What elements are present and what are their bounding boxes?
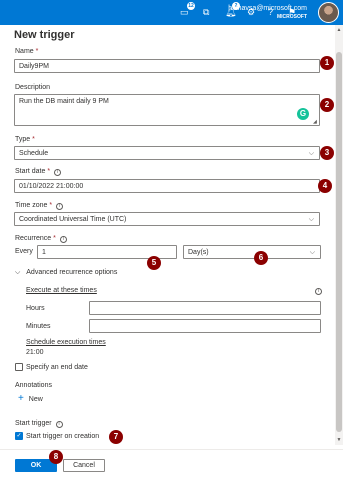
chevron-down-icon: ⌵ xyxy=(15,269,21,276)
chevron-down-icon: ⌵ xyxy=(308,150,314,157)
footer-divider xyxy=(0,449,343,450)
schedule-execution-value: 21:00 xyxy=(26,349,44,356)
start-trigger-label: Start trigger i xyxy=(15,420,63,428)
recurrence-label: Recurrence * i xyxy=(15,235,67,243)
hours-input[interactable] xyxy=(89,301,321,315)
user-email[interactable]: hibhavsa@microsoft.com xyxy=(228,5,307,12)
advanced-recurrence-toggle[interactable]: ⌵ Advanced recurrence options xyxy=(15,269,117,277)
description-label: Description xyxy=(15,84,51,91)
info-icon[interactable]: i xyxy=(315,288,322,295)
callout-marker-6: 6 xyxy=(254,251,268,265)
start-on-creation-checkbox[interactable]: ✓ xyxy=(15,432,23,440)
name-label: Name * xyxy=(15,48,39,55)
cancel-button[interactable]: Cancel xyxy=(63,459,105,472)
minutes-input[interactable] xyxy=(89,319,321,333)
time-zone-dropdown[interactable]: Coordinated Universal Time (UTC) ⌵ xyxy=(14,212,320,226)
description-textarea[interactable]: Run the DB maint daily 9 PM xyxy=(14,94,320,126)
callout-marker-5: 5 xyxy=(147,256,161,270)
type-dropdown[interactable]: Schedule ⌵ xyxy=(14,146,320,160)
end-date-label: Specify an end date xyxy=(26,364,88,371)
info-icon[interactable]: i xyxy=(59,236,67,243)
callout-marker-7: 7 xyxy=(109,430,123,444)
callout-marker-1: 1 xyxy=(320,56,334,70)
page-title: New trigger xyxy=(14,29,75,41)
hours-label: Hours xyxy=(26,305,45,312)
recurrence-unit-dropdown[interactable]: Day(s) ⌵ xyxy=(183,245,321,259)
info-icon[interactable]: i xyxy=(56,203,64,210)
directory-icon[interactable]: ⧉ xyxy=(203,7,209,18)
start-date-label: Start date * i xyxy=(15,168,62,176)
notification-badge: 12 xyxy=(187,2,195,10)
chevron-down-icon: ⌵ xyxy=(308,216,314,223)
type-dropdown-value: Schedule xyxy=(19,150,49,157)
user-tenant: MICROSOFT xyxy=(277,14,307,20)
avatar[interactable] xyxy=(318,2,339,23)
callout-marker-3: 3 xyxy=(320,146,334,160)
recurrence-unit-value: Day(s) xyxy=(188,249,209,256)
minutes-label: Minutes xyxy=(26,323,51,330)
type-label: Type * xyxy=(15,136,35,143)
start-date-input[interactable]: 01/10/2022 21:00:00 xyxy=(14,179,320,193)
info-icon[interactable]: i xyxy=(54,169,62,176)
grammarly-icon[interactable]: G xyxy=(297,108,309,120)
scroll-up-icon[interactable]: ▲ xyxy=(336,27,342,33)
scrollbar-thumb[interactable] xyxy=(336,52,342,432)
plus-icon: + xyxy=(18,393,24,404)
end-date-checkbox[interactable] xyxy=(15,363,23,371)
new-annotation-button[interactable]: + New xyxy=(18,393,43,404)
callout-marker-4: 4 xyxy=(318,179,332,193)
schedule-execution-times-link[interactable]: Schedule execution times xyxy=(26,339,106,346)
callout-marker-8: 8 xyxy=(49,450,63,464)
chevron-down-icon: ⌵ xyxy=(309,249,315,256)
callout-marker-2: 2 xyxy=(320,98,334,112)
name-input[interactable]: Daily9PM xyxy=(14,59,320,73)
execute-times-label: Execute at these times xyxy=(26,287,97,294)
every-label: Every xyxy=(15,248,33,255)
time-zone-label: Time zone * i xyxy=(15,202,64,210)
checkmark-icon: ✓ xyxy=(16,433,22,439)
top-bar: ▭ 12 ⧉ 🔔︎ 2 ⚙ ? ⚑ hibhavsa@microsoft.com… xyxy=(0,0,343,25)
start-on-creation-label: Start trigger on creation xyxy=(26,433,100,440)
annotations-label: Annotations xyxy=(15,382,52,389)
time-zone-value: Coordinated Universal Time (UTC) xyxy=(19,216,127,223)
info-icon[interactable]: i xyxy=(55,421,63,428)
scroll-down-icon[interactable]: ▼ xyxy=(336,437,342,443)
